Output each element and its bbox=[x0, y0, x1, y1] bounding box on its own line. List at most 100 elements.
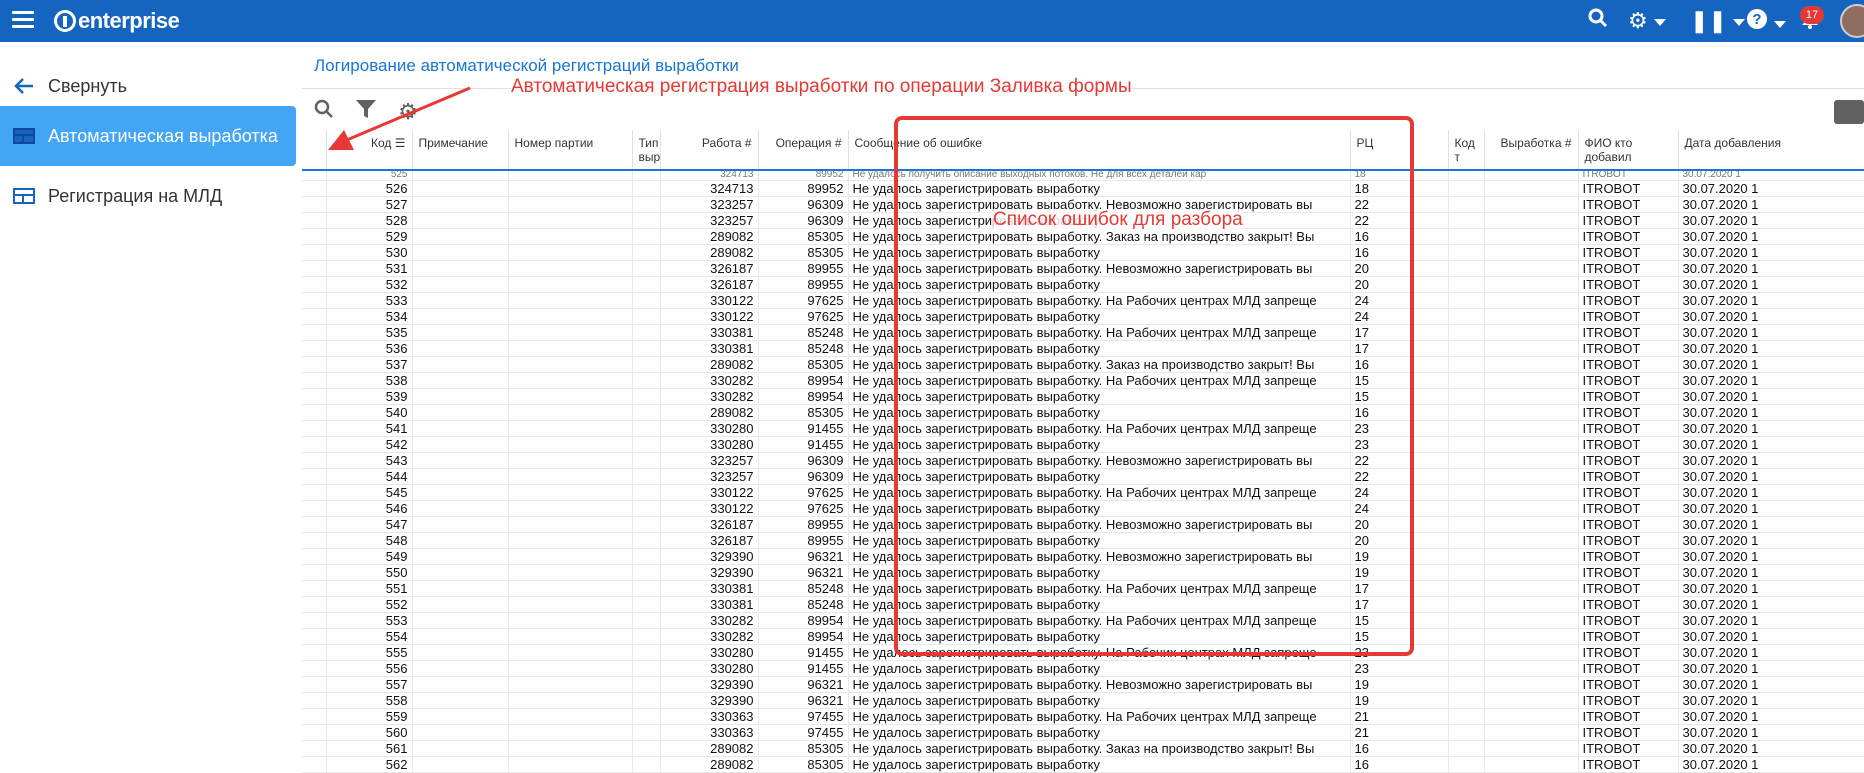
table-icon-wrap bbox=[12, 128, 36, 144]
cell-code: 544 bbox=[326, 468, 413, 485]
cell-job: 323257 bbox=[660, 452, 759, 469]
column-header-job[interactable]: Работа # bbox=[660, 130, 759, 171]
sidebar-item-label: Регистрация на МЛД bbox=[48, 185, 223, 206]
column-header-operation[interactable]: Операция # bbox=[758, 130, 849, 171]
cell-type bbox=[632, 436, 661, 453]
cell-batch bbox=[508, 420, 633, 437]
cell-code: 543 bbox=[326, 452, 413, 469]
cell-job: 330282 bbox=[660, 388, 759, 405]
cell-select bbox=[302, 452, 327, 469]
search-icon[interactable] bbox=[1588, 8, 1608, 34]
column-header-code-t[interactable]: Код т bbox=[1448, 130, 1485, 171]
cell-added-by: ITROBOT bbox=[1578, 628, 1679, 645]
cell-added-by: ITROBOT bbox=[1578, 292, 1679, 309]
table-row[interactable]: 562 289082 85305 Не удалось зарегистрироват… bbox=[302, 756, 1864, 773]
avatar[interactable] bbox=[1840, 4, 1864, 38]
cell-code: 553 bbox=[326, 612, 413, 629]
cell-date-added: 30.07.2020 1 bbox=[1678, 196, 1864, 213]
cell-select bbox=[302, 244, 327, 261]
gear-icon[interactable]: ⚙ bbox=[1628, 8, 1666, 34]
cell-type bbox=[632, 516, 661, 533]
cell-operation: 89952 bbox=[758, 170, 849, 181]
cell-code: 534 bbox=[326, 308, 413, 325]
cell-batch bbox=[508, 452, 633, 469]
cell-operation: 96321 bbox=[758, 564, 849, 581]
table-row[interactable]: 557 329390 96321 Не удалось зарегистрироват… bbox=[302, 676, 1864, 693]
cell-added-by: ITROBOT bbox=[1578, 228, 1679, 245]
cell-select bbox=[302, 276, 327, 293]
cell-batch bbox=[508, 212, 633, 229]
cell-note bbox=[412, 484, 509, 501]
cell-code-t bbox=[1448, 436, 1485, 453]
cell-select bbox=[302, 196, 327, 213]
annotation-box bbox=[894, 116, 1414, 656]
cell-select bbox=[302, 532, 327, 549]
column-header-type[interactable]: Тип выр bbox=[632, 130, 661, 171]
cell-type bbox=[632, 212, 661, 229]
column-header-date-added[interactable]: Дата добавления bbox=[1678, 130, 1864, 171]
menu-icon[interactable] bbox=[12, 11, 34, 31]
cell-note bbox=[412, 244, 509, 261]
cell-error-message: Не удалось зарегистрировать выработку bbox=[848, 660, 1351, 677]
cell-note bbox=[412, 292, 509, 309]
cell-operation: 96309 bbox=[758, 468, 849, 485]
help-icon[interactable]: ? bbox=[1746, 8, 1786, 36]
cell-job: 329390 bbox=[660, 564, 759, 581]
cell-select bbox=[302, 724, 327, 741]
cell-date-added: 30.07.2020 1 bbox=[1678, 212, 1864, 229]
cell-operation: 97455 bbox=[758, 724, 849, 741]
cell-operation: 89955 bbox=[758, 260, 849, 277]
column-header-output[interactable]: Выработка # bbox=[1484, 130, 1579, 171]
cell-select bbox=[302, 596, 327, 613]
cell-type bbox=[632, 452, 661, 469]
cell-code-t bbox=[1448, 468, 1485, 485]
cell-operation: 89955 bbox=[758, 532, 849, 549]
table-row[interactable]: 560 330363 97455 Не удалось зарегистрироват… bbox=[302, 724, 1864, 741]
print-icon[interactable] bbox=[1834, 100, 1864, 124]
cell-output bbox=[1484, 660, 1579, 677]
cell-code: 557 bbox=[326, 676, 413, 693]
table-row[interactable]: 561 289082 85305 Не удалось зарегистрироват… bbox=[302, 740, 1864, 757]
app-logo[interactable]: enterprise bbox=[54, 8, 180, 34]
cell-code-t bbox=[1448, 212, 1485, 229]
cell-code-t bbox=[1448, 228, 1485, 245]
cell-job: 324713 bbox=[660, 180, 759, 197]
cell-date-added: 30.07.2020 1 bbox=[1678, 724, 1864, 741]
cell-code-t bbox=[1448, 356, 1485, 373]
cell-note bbox=[412, 388, 509, 405]
cell-work-center: 23 bbox=[1350, 660, 1449, 677]
cell-batch bbox=[508, 372, 633, 389]
cell-job: 323257 bbox=[660, 468, 759, 485]
cell-operation: 96309 bbox=[758, 212, 849, 229]
cell-type bbox=[632, 500, 661, 517]
sidebar-item-auto-output[interactable]: Автоматическая выработка bbox=[0, 106, 296, 166]
cell-code: 548 bbox=[326, 532, 413, 549]
cell-select bbox=[302, 388, 327, 405]
cell-added-by: ITROBOT bbox=[1578, 324, 1679, 341]
cell-note bbox=[412, 452, 509, 469]
table-row[interactable]: 556 330280 91455 Не удалось зарегистрироват… bbox=[302, 660, 1864, 677]
cell-batch bbox=[508, 324, 633, 341]
cell-output bbox=[1484, 484, 1579, 501]
cell-added-by: ITROBOT bbox=[1578, 564, 1679, 581]
cell-code: 526 bbox=[326, 180, 413, 197]
cell-code: 533 bbox=[326, 292, 413, 309]
cell-note bbox=[412, 532, 509, 549]
column-header-added-by[interactable]: ФИО кто добавил bbox=[1578, 130, 1679, 171]
pause-icon[interactable]: ❚❚ bbox=[1690, 8, 1745, 34]
table-row[interactable]: 559 330363 97455 Не удалось зарегистрироват… bbox=[302, 708, 1864, 725]
cell-note bbox=[412, 340, 509, 357]
cell-type bbox=[632, 564, 661, 581]
cell-job: 289082 bbox=[660, 356, 759, 373]
cell-note bbox=[412, 196, 509, 213]
table-row[interactable]: 558 329390 96321 Не удалось зарегистрироват… bbox=[302, 692, 1864, 709]
cell-output bbox=[1484, 724, 1579, 741]
sidebar-item-mld-registration[interactable]: Регистрация на МЛД bbox=[0, 166, 296, 226]
cell-type bbox=[632, 548, 661, 565]
cell-code-t bbox=[1448, 756, 1485, 773]
cell-date-added: 30.07.2020 1 bbox=[1678, 564, 1864, 581]
cell-output bbox=[1484, 420, 1579, 437]
cell-job: 330122 bbox=[660, 484, 759, 501]
column-header-batch[interactable]: Номер партии bbox=[508, 130, 633, 171]
page-title: Логирование автоматической регистраций в… bbox=[314, 56, 739, 75]
